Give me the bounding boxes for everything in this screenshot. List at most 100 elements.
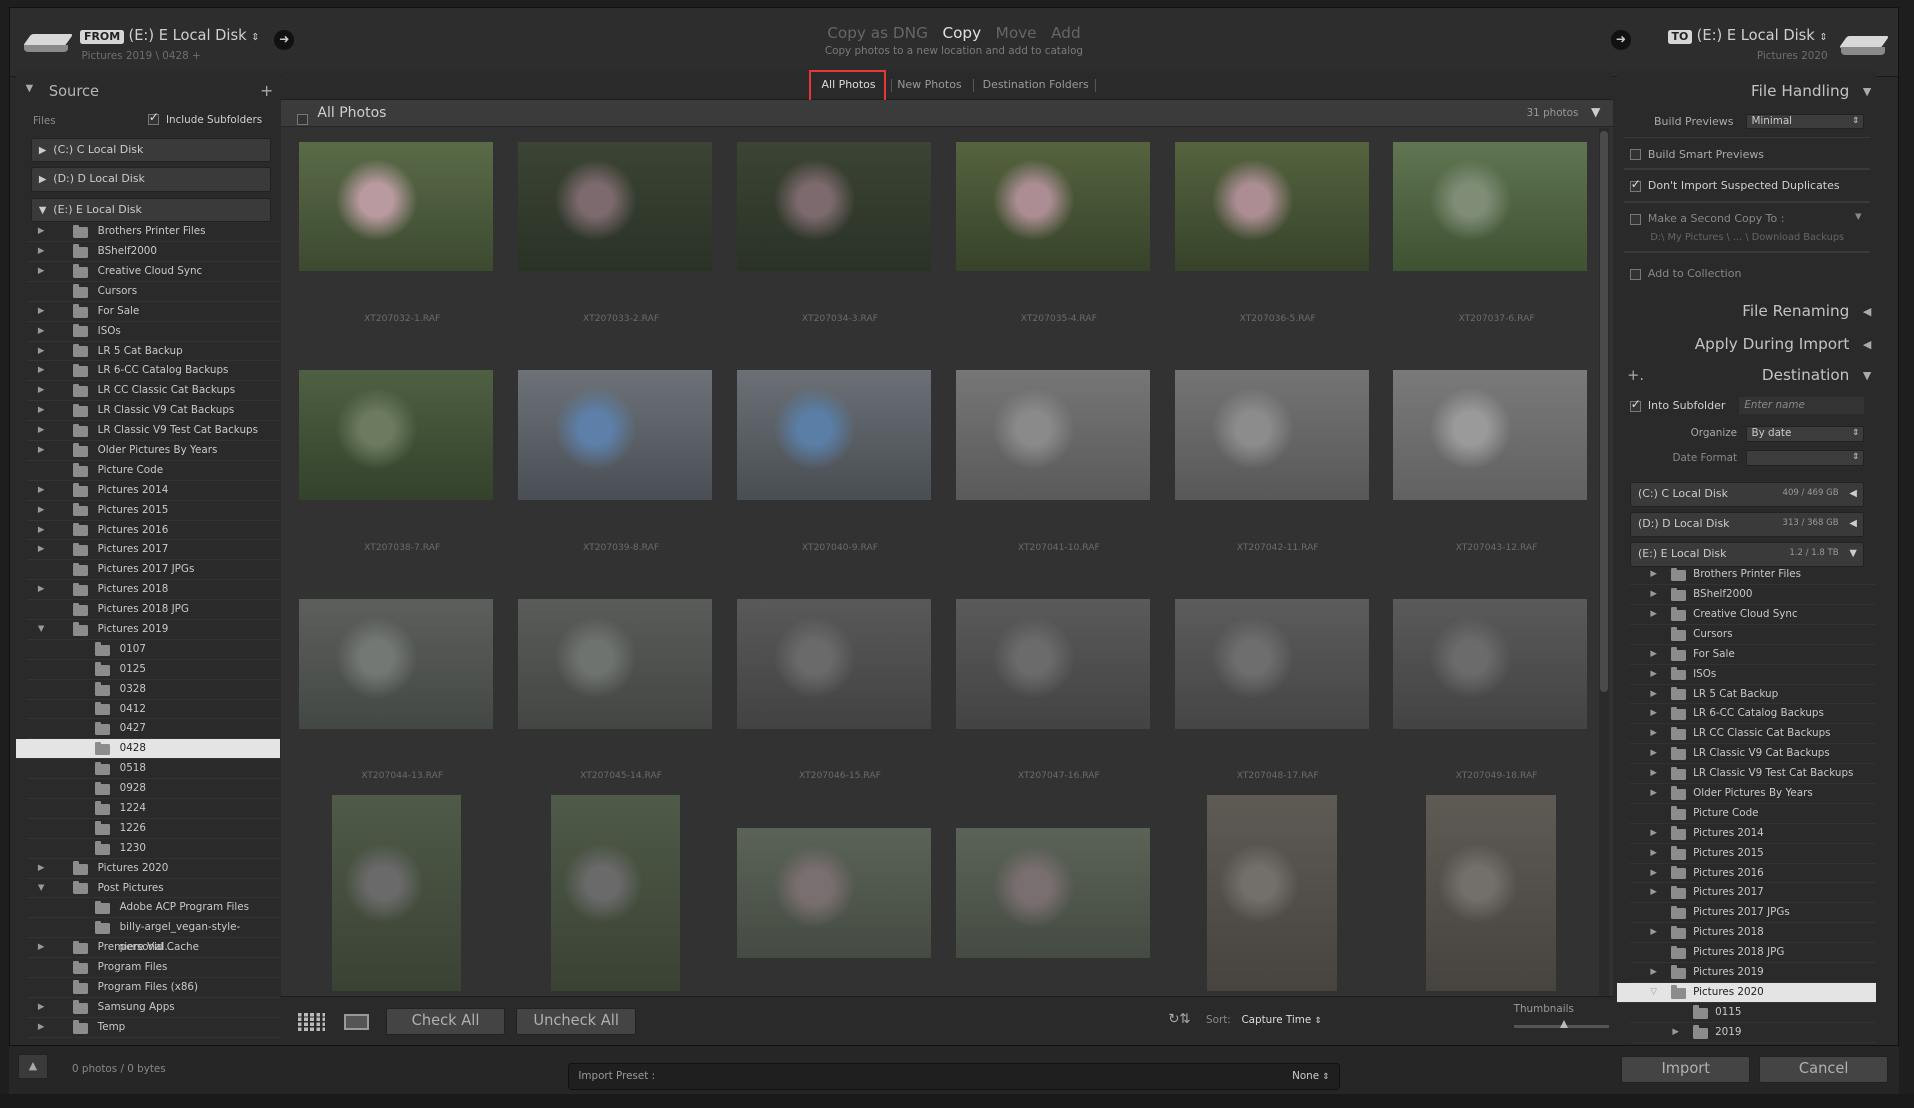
- destination-disk-row[interactable]: (D:) D Local Disk 313 / 368 GB ◀: [1629, 512, 1864, 537]
- expand-icon[interactable]: ▶: [1650, 665, 1657, 685]
- source-folder-item[interactable]: 0328: [26, 680, 280, 700]
- photo-thumbnail[interactable]: [736, 828, 931, 958]
- destination-folder-item[interactable]: ▶ ISOs: [1629, 665, 1877, 685]
- collapse-icon[interactable]: ▼: [1849, 543, 1857, 565]
- to-arrow-icon[interactable]: ➜: [1611, 30, 1631, 50]
- source-folder-item[interactable]: billy-argel_vegan-style-personal...: [26, 918, 280, 953]
- source-folder-item[interactable]: ▶ Samsung Apps: [26, 998, 280, 1018]
- destination-folder-item[interactable]: ▶ LR 6-CC Catalog Backups: [1629, 704, 1877, 725]
- source-folder-item[interactable]: ▶ LR CC Classic Cat Backups: [26, 381, 280, 402]
- photo-thumbnail[interactable]: [955, 370, 1150, 500]
- check-all-button[interactable]: Check All: [385, 1008, 506, 1035]
- source-folder-item[interactable]: ▶ LR 5 Cat Backup: [26, 342, 280, 362]
- destination-header[interactable]: +. Destination ▼: [1617, 361, 1876, 390]
- grid-view-icon[interactable]: [297, 1012, 325, 1032]
- photo-cell[interactable]: XT207043-12.RAF: [1387, 370, 1599, 598]
- expand-icon[interactable]: ◀: [1849, 483, 1857, 505]
- import-button[interactable]: Import: [1621, 1055, 1751, 1083]
- expand-icon[interactable]: ▶: [1650, 585, 1657, 605]
- expand-icon[interactable]: ▶: [1650, 824, 1657, 844]
- destination-disk-row[interactable]: (C:) C Local Disk 409 / 469 GB ◀: [1629, 482, 1864, 507]
- expand-icon[interactable]: ▶: [1650, 923, 1657, 943]
- expand-icon[interactable]: ▶: [38, 342, 45, 362]
- photo-thumbnail[interactable]: [736, 370, 931, 500]
- source-collapse-icon[interactable]: ▼: [26, 83, 34, 94]
- destination-folder-item[interactable]: ▶ LR Classic V9 Cat Backups: [1629, 744, 1877, 765]
- photo-cell[interactable]: XT207041-10.RAF: [950, 370, 1169, 598]
- tab-destination-folders[interactable]: Destination Folders: [983, 78, 1089, 91]
- photo-cell[interactable]: XT207035-4.RAF: [950, 141, 1169, 370]
- destination-folder-item[interactable]: Pictures 2018 JPG: [1629, 943, 1877, 963]
- tab-all-photos[interactable]: All Photos: [822, 78, 876, 91]
- expand-icon[interactable]: ▶: [1650, 764, 1657, 784]
- import-preset-bar[interactable]: Import Preset : None ⇕: [567, 1062, 1341, 1090]
- photo-thumbnail[interactable]: [331, 795, 462, 991]
- source-folder-item[interactable]: Cursors: [26, 282, 280, 302]
- source-folder-item[interactable]: 1226: [26, 819, 280, 839]
- file-renaming-header[interactable]: File Renaming ◀: [1617, 297, 1876, 326]
- photo-thumbnail[interactable]: [517, 141, 712, 271]
- photo-thumbnail[interactable]: [1174, 599, 1369, 729]
- photo-thumbnail[interactable]: [955, 828, 1150, 958]
- source-folder-item[interactable]: ▶ LR 6-CC Catalog Backups: [26, 361, 280, 382]
- collapse-icon[interactable]: ▽: [1650, 983, 1657, 1003]
- photo-cell[interactable]: XT207040-9.RAF: [731, 370, 950, 598]
- cancel-button[interactable]: Cancel: [1759, 1055, 1889, 1083]
- source-folder-item[interactable]: 0518: [26, 759, 280, 780]
- collapse-icon[interactable]: ▼: [38, 620, 45, 640]
- source-folder-item[interactable]: 0107: [26, 640, 280, 660]
- source-folder-item[interactable]: 1230: [26, 839, 280, 859]
- destination-folder-item[interactable]: ▶ Older Pictures By Years: [1629, 784, 1877, 804]
- expand-icon[interactable]: ▶: [1650, 844, 1657, 864]
- photo-thumbnail[interactable]: [736, 141, 931, 271]
- source-folder-item[interactable]: ▶ Pictures 2017: [26, 540, 280, 561]
- destination-folder-item[interactable]: 0115: [1629, 1003, 1877, 1023]
- destination-folder-item[interactable]: ▶ Pictures 2018: [1629, 923, 1877, 944]
- source-folder-item[interactable]: ▶ Creative Cloud Sync: [26, 262, 280, 282]
- move-mode[interactable]: Move: [996, 24, 1037, 42]
- source-folder-item[interactable]: ▶ Temp: [26, 1018, 280, 1038]
- expand-icon[interactable]: ▶: [38, 938, 45, 958]
- sort-order-icon[interactable]: ↻⇅: [1168, 1012, 1190, 1027]
- add-destination-icon[interactable]: +.: [1627, 361, 1644, 390]
- source-folder-item[interactable]: ▶ For Sale: [26, 302, 280, 322]
- source-folder-item[interactable]: 1224: [26, 799, 280, 819]
- expand-icon[interactable]: ▶: [38, 302, 45, 322]
- source-disk-c[interactable]: ▶ (C:) C Local Disk: [30, 137, 271, 163]
- date-format-select[interactable]: ⇕: [1745, 450, 1864, 467]
- expand-icon[interactable]: ▶: [38, 521, 45, 541]
- expand-icon[interactable]: ▶: [1650, 784, 1657, 804]
- source-folder-item[interactable]: Program Files (x86): [26, 978, 280, 998]
- grid-menu-icon[interactable]: ▼: [1591, 105, 1600, 119]
- file-handling-header[interactable]: File Handling ▼: [1617, 77, 1876, 106]
- expand-icon[interactable]: ▶: [38, 361, 45, 381]
- photo-cell[interactable]: XT207036-5.RAF: [1168, 141, 1387, 370]
- source-folder-item[interactable]: 0427: [26, 719, 280, 740]
- destination-folder-item[interactable]: ▶ LR 5 Cat Backup: [1629, 685, 1877, 705]
- destination-folder-item[interactable]: Picture Code: [1629, 804, 1877, 824]
- build-previews-select[interactable]: Minimal ⇕: [1745, 113, 1864, 130]
- photo-cell[interactable]: XT207039-8.RAF: [512, 370, 731, 598]
- smart-previews-checkbox[interactable]: Build Smart Previews: [1629, 148, 1864, 161]
- source-folder-item[interactable]: Pictures 2017 JPGs: [26, 560, 280, 581]
- photo-cell[interactable]: [512, 795, 731, 997]
- photo-thumbnail[interactable]: [1393, 141, 1588, 271]
- source-folder-item[interactable]: ▶ Pictures 2014: [26, 481, 280, 501]
- photo-thumbnail[interactable]: [550, 795, 681, 991]
- destination-folder-item[interactable]: ▶ Pictures 2015: [1629, 844, 1877, 864]
- import-preset-value[interactable]: None ⇕: [1292, 1070, 1329, 1082]
- photo-cell[interactable]: [1387, 795, 1599, 997]
- photo-cell[interactable]: [950, 828, 1169, 997]
- photo-thumbnail[interactable]: [517, 599, 712, 729]
- expand-icon[interactable]: ▶: [38, 1018, 45, 1038]
- photo-thumbnail[interactable]: [1426, 795, 1556, 991]
- photo-cell[interactable]: XT207032-1.RAF: [293, 141, 512, 370]
- expand-icon[interactable]: ▶: [38, 540, 45, 560]
- source-folder-item[interactable]: ▼ Post Pictures: [26, 879, 280, 899]
- source-folder-item[interactable]: Program Files: [26, 958, 280, 978]
- source-folder-item[interactable]: ▼ Pictures 2019: [26, 620, 280, 640]
- collapse-icon[interactable]: ▼: [38, 879, 45, 899]
- source-folder-item[interactable]: Pictures 2018 JPG: [26, 600, 280, 620]
- source-folder-item[interactable]: ▶ BShelf2000: [26, 242, 280, 262]
- destination-disk-row[interactable]: (E:) E Local Disk 1.2 / 1.8 TB ▼: [1629, 542, 1864, 567]
